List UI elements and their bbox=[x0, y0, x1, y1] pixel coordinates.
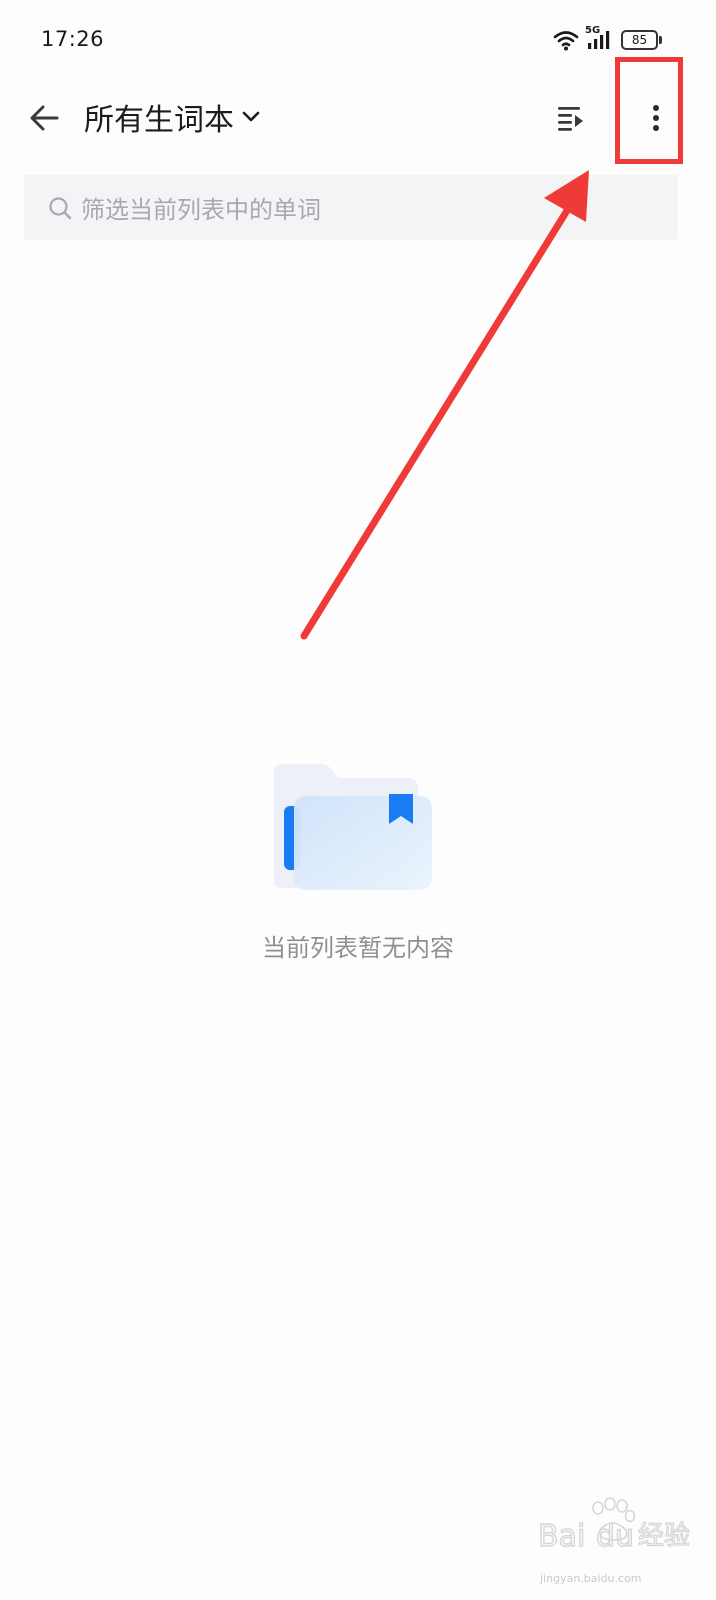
empty-state-message: 当前列表暂无内容 bbox=[262, 934, 454, 962]
battery-icon: 85 bbox=[621, 30, 662, 50]
app-screen: 17:26 5G 85 所有生词本 筛选当前列表中的单词 当前列表暂无内容 Ba… bbox=[0, 0, 716, 1600]
status-time: 17:26 bbox=[41, 27, 105, 51]
folder-bookmark-icon bbox=[274, 764, 432, 890]
baidu-jingyan-watermark: Bai du 经验 bbox=[537, 1497, 691, 1555]
search-bar[interactable]: 筛选当前列表中的单词 bbox=[24, 175, 678, 240]
svg-text:经验: 经验 bbox=[638, 1521, 690, 1551]
playlist-button[interactable] bbox=[549, 96, 593, 140]
app-header: 所有生词本 bbox=[0, 80, 716, 156]
chevron-down-icon bbox=[242, 111, 260, 122]
svg-text:Bai: Bai bbox=[538, 1519, 585, 1554]
signal-icon: 5G bbox=[585, 25, 615, 52]
more-vertical-icon bbox=[653, 105, 659, 131]
battery-level: 85 bbox=[631, 33, 648, 47]
status-icons: 5G 85 bbox=[553, 25, 662, 54]
wordbook-selector[interactable]: 所有生词本 bbox=[84, 94, 260, 140]
page-title: 所有生词本 bbox=[84, 103, 234, 138]
arrow-left-icon bbox=[30, 105, 59, 131]
svg-text:du: du bbox=[596, 1519, 634, 1554]
more-options-button[interactable] bbox=[634, 96, 678, 140]
wifi-icon bbox=[553, 31, 579, 51]
playlist-icon bbox=[558, 107, 583, 131]
search-input[interactable]: 筛选当前列表中的单词 bbox=[81, 190, 321, 225]
back-button[interactable] bbox=[22, 96, 66, 140]
watermark-url: jingyan.baidu.com bbox=[540, 1572, 642, 1585]
status-bar: 17:26 5G 85 bbox=[0, 0, 716, 80]
search-icon bbox=[49, 196, 72, 219]
